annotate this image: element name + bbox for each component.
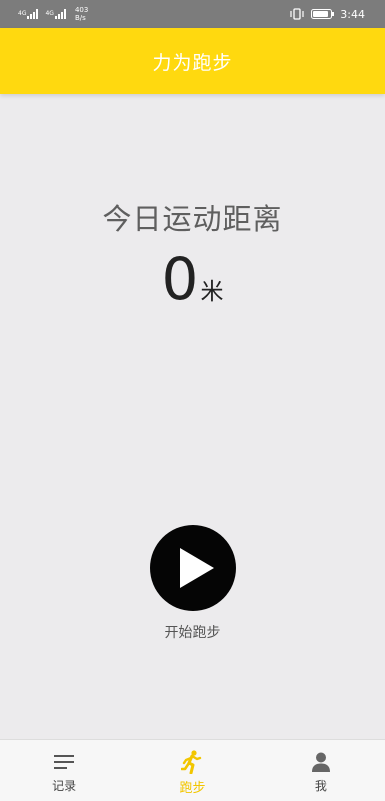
bottom-nav: 记录 跑步 我	[0, 739, 385, 801]
signal-icon	[54, 9, 66, 19]
signal-icon	[27, 9, 39, 19]
network-type-1: 4G	[18, 10, 27, 17]
person-icon	[310, 751, 332, 773]
start-run-button[interactable]	[150, 525, 236, 611]
distance-label: 今日运动距离	[102, 202, 283, 236]
start-run-label: 开始跑步	[164, 625, 221, 641]
network-speed: 403 B/s	[75, 6, 88, 22]
nav-item-run[interactable]: 跑步	[128, 740, 256, 801]
vibrate-icon	[290, 8, 304, 20]
network-2: 4G	[45, 9, 66, 19]
runner-icon	[181, 750, 203, 774]
app-bar: 力为跑步	[0, 28, 385, 94]
battery-icon	[311, 9, 335, 19]
status-bar-right: 3:44	[289, 5, 365, 23]
network-1: 4G	[18, 9, 39, 19]
distance-display: 0 米	[0, 246, 385, 312]
status-bar: 4G 4G 403 B/s 3:44	[0, 0, 385, 28]
status-time: 3:44	[340, 7, 365, 21]
nav-item-records[interactable]: 记录	[0, 740, 128, 801]
nav-label-run: 跑步	[179, 781, 206, 796]
network-type-2: 4G	[45, 10, 54, 17]
nav-item-me[interactable]: 我	[257, 740, 385, 801]
nav-label-me: 我	[314, 779, 327, 793]
nav-label-records: 记录	[52, 779, 77, 793]
status-bar-left: 4G 4G 403 B/s	[18, 5, 88, 23]
play-icon	[180, 548, 214, 588]
distance-value: 0	[161, 245, 199, 313]
app-title: 力为跑步	[152, 51, 233, 74]
network-speed-value: 403	[74, 6, 89, 14]
list-icon	[53, 751, 75, 773]
network-speed-unit: B/s	[74, 14, 86, 22]
distance-unit: 米	[200, 279, 224, 305]
